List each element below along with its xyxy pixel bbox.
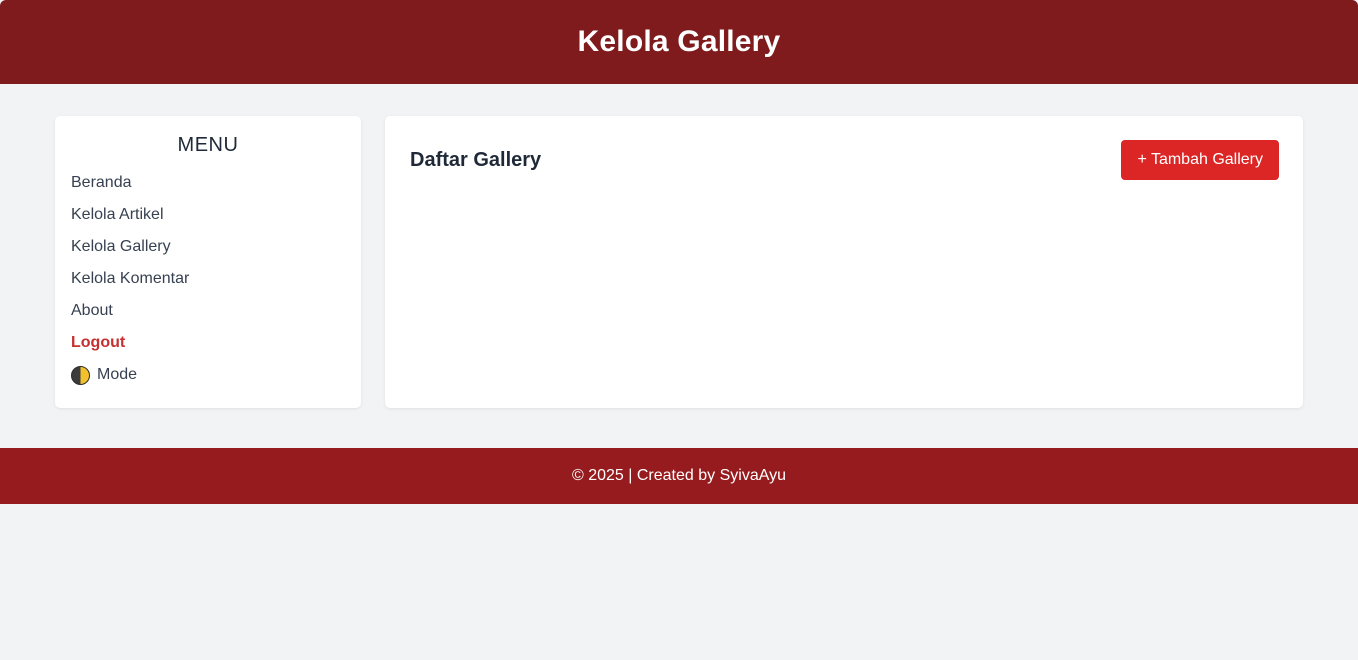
half-moon-mode-icon (71, 365, 90, 385)
sidebar-item-kelola-gallery[interactable]: Kelola Gallery (71, 231, 345, 263)
sidebar-item-kelola-komentar[interactable]: Kelola Komentar (71, 263, 345, 295)
gallery-list-title: Daftar Gallery (410, 148, 542, 171)
gallery-panel-header: Daftar Gallery + Tambah Gallery (410, 140, 1279, 180)
page-footer: © 2025 | Created by SyivaAyu (0, 448, 1358, 504)
sidebar-item-logout[interactable]: Logout (71, 327, 345, 359)
mode-label: Mode (97, 366, 138, 383)
footer-text: © 2025 | Created by SyivaAyu (572, 467, 786, 484)
sidebar-item-beranda[interactable]: Beranda (71, 167, 345, 199)
page-header: Kelola Gallery (0, 0, 1358, 84)
menu-title: MENU (177, 134, 239, 156)
sidebar-menu: MENU Beranda Kelola Artikel Kelola Galle… (55, 116, 361, 408)
content-area: MENU Beranda Kelola Artikel Kelola Galle… (0, 84, 1358, 408)
gallery-panel: Daftar Gallery + Tambah Gallery (385, 116, 1303, 408)
sidebar-item-about[interactable]: About (71, 295, 345, 327)
menu-list: Beranda Kelola Artikel Kelola Gallery Ke… (71, 167, 345, 391)
sidebar-item-kelola-artikel[interactable]: Kelola Artikel (71, 199, 345, 231)
page-title: Kelola Gallery (577, 25, 781, 58)
mode-toggle[interactable]: Mode (71, 359, 345, 391)
add-gallery-button[interactable]: + Tambah Gallery (1121, 140, 1279, 180)
